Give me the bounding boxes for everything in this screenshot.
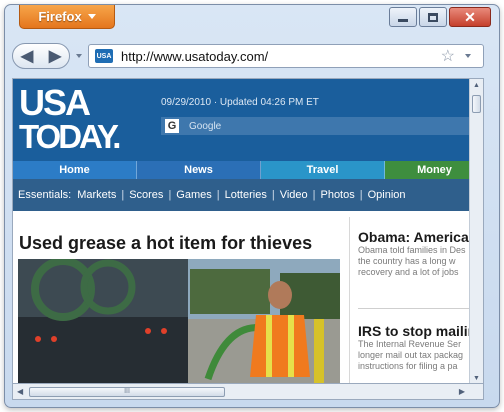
history-dropdown-icon[interactable]: [76, 54, 82, 58]
forward-arrow-icon[interactable]: ▶: [49, 46, 61, 66]
vertical-scroll-thumb[interactable]: [472, 95, 481, 113]
divider: |: [168, 189, 172, 201]
grease-truck-photo: [18, 259, 340, 383]
firefox-menu-button[interactable]: Firefox: [19, 5, 115, 29]
minimize-icon: [398, 18, 408, 22]
google-icon: G: [165, 119, 179, 133]
essentials-link-scores[interactable]: Scores: [129, 189, 163, 201]
bookmark-star-icon[interactable]: ☆: [441, 46, 455, 66]
site-favicon-icon: USA: [95, 49, 113, 63]
sidebar-story-2-line: longer mail out tax packag: [358, 350, 464, 360]
sidebar-story-1-line: the country has a long w: [358, 256, 456, 266]
divider: |: [121, 189, 125, 201]
essentials-link-markets[interactable]: Markets: [77, 189, 116, 201]
scroll-left-icon[interactable]: ◀: [17, 387, 23, 396]
sidebar-stories: Obama: American Obama told families in D…: [349, 217, 483, 383]
essentials-link-photos[interactable]: Photos: [320, 189, 354, 201]
usa-today-logo[interactable]: USA TODAY.: [19, 85, 135, 155]
back-forward-group: ◀ ▶: [12, 43, 70, 69]
divider: |: [216, 189, 220, 201]
section-tab-travel[interactable]: Travel: [261, 161, 385, 179]
scroll-right-icon[interactable]: ▶: [459, 387, 465, 396]
page-viewport: USA TODAY. 09/29/2010 · Updated 04:26 PM…: [12, 78, 484, 384]
main-story-headline[interactable]: Used grease a hot item for thieves: [19, 233, 312, 254]
logo-line-today: TODAY.: [19, 118, 121, 155]
maximize-button[interactable]: [419, 7, 447, 27]
horizontal-scroll-thumb[interactable]: III: [29, 387, 225, 397]
divider: [358, 308, 483, 309]
essentials-link-opinion[interactable]: Opinion: [368, 189, 406, 201]
main-story-photo[interactable]: [18, 259, 340, 383]
scroll-down-icon[interactable]: ▼: [473, 375, 480, 382]
search-label: Google: [189, 120, 222, 132]
horizontal-scrollbar[interactable]: ◀ III ▶: [12, 384, 484, 400]
scroll-up-icon[interactable]: ▲: [473, 82, 480, 89]
essentials-link-lotteries[interactable]: Lotteries: [225, 189, 267, 201]
divider: |: [271, 189, 275, 201]
essentials-link-video[interactable]: Video: [280, 189, 308, 201]
firefox-menu-label: Firefox: [38, 9, 82, 24]
window-controls: ✕: [389, 7, 491, 27]
sidebar-story-1-headline[interactable]: Obama: American: [358, 229, 483, 245]
minimize-button[interactable]: [389, 7, 417, 27]
navigation-toolbar: ◀ ▶ USA http://www.usatoday.com/ ☆: [12, 42, 492, 70]
section-tab-home[interactable]: Home: [13, 161, 137, 179]
site-header: USA TODAY. 09/29/2010 · Updated 04:26 PM…: [13, 79, 483, 161]
sidebar-story-1-line: Obama told families in Des: [358, 245, 466, 255]
sidebar-story-2-line: instructions for filing a pa: [358, 361, 458, 371]
url-dropdown-icon[interactable]: [465, 54, 471, 58]
close-button[interactable]: ✕: [449, 7, 491, 27]
section-tab-news[interactable]: News: [137, 161, 261, 179]
essentials-label: Essentials:: [18, 189, 72, 201]
dateline: 09/29/2010 · Updated 04:26 PM ET: [161, 97, 319, 108]
essentials-link-games[interactable]: Games: [176, 189, 211, 201]
logo-line-usa: USA: [19, 82, 91, 123]
url-text[interactable]: http://www.usatoday.com/: [121, 49, 441, 64]
chevron-down-icon: [87, 14, 96, 19]
sidebar-story-2-headline[interactable]: IRS to stop mailin: [358, 323, 483, 339]
maximize-icon: [428, 12, 438, 22]
close-icon: ✕: [464, 9, 476, 25]
divider: |: [312, 189, 316, 201]
sidebar-story-2-line: The Internal Revenue Ser: [358, 339, 462, 349]
sidebar-story-1-line: recovery and a lot of jobs: [358, 267, 459, 277]
address-bar[interactable]: USA http://www.usatoday.com/ ☆: [88, 44, 484, 68]
site-search-bar[interactable]: G Google: [161, 117, 483, 135]
section-nav: Home News Travel Money: [13, 161, 483, 179]
divider: |: [359, 189, 363, 201]
vertical-scrollbar[interactable]: ▲ ▼: [469, 79, 483, 383]
essentials-bar: Essentials: Markets | Scores | Games | Lott…: [13, 179, 483, 211]
back-arrow-icon[interactable]: ◀: [21, 46, 33, 66]
